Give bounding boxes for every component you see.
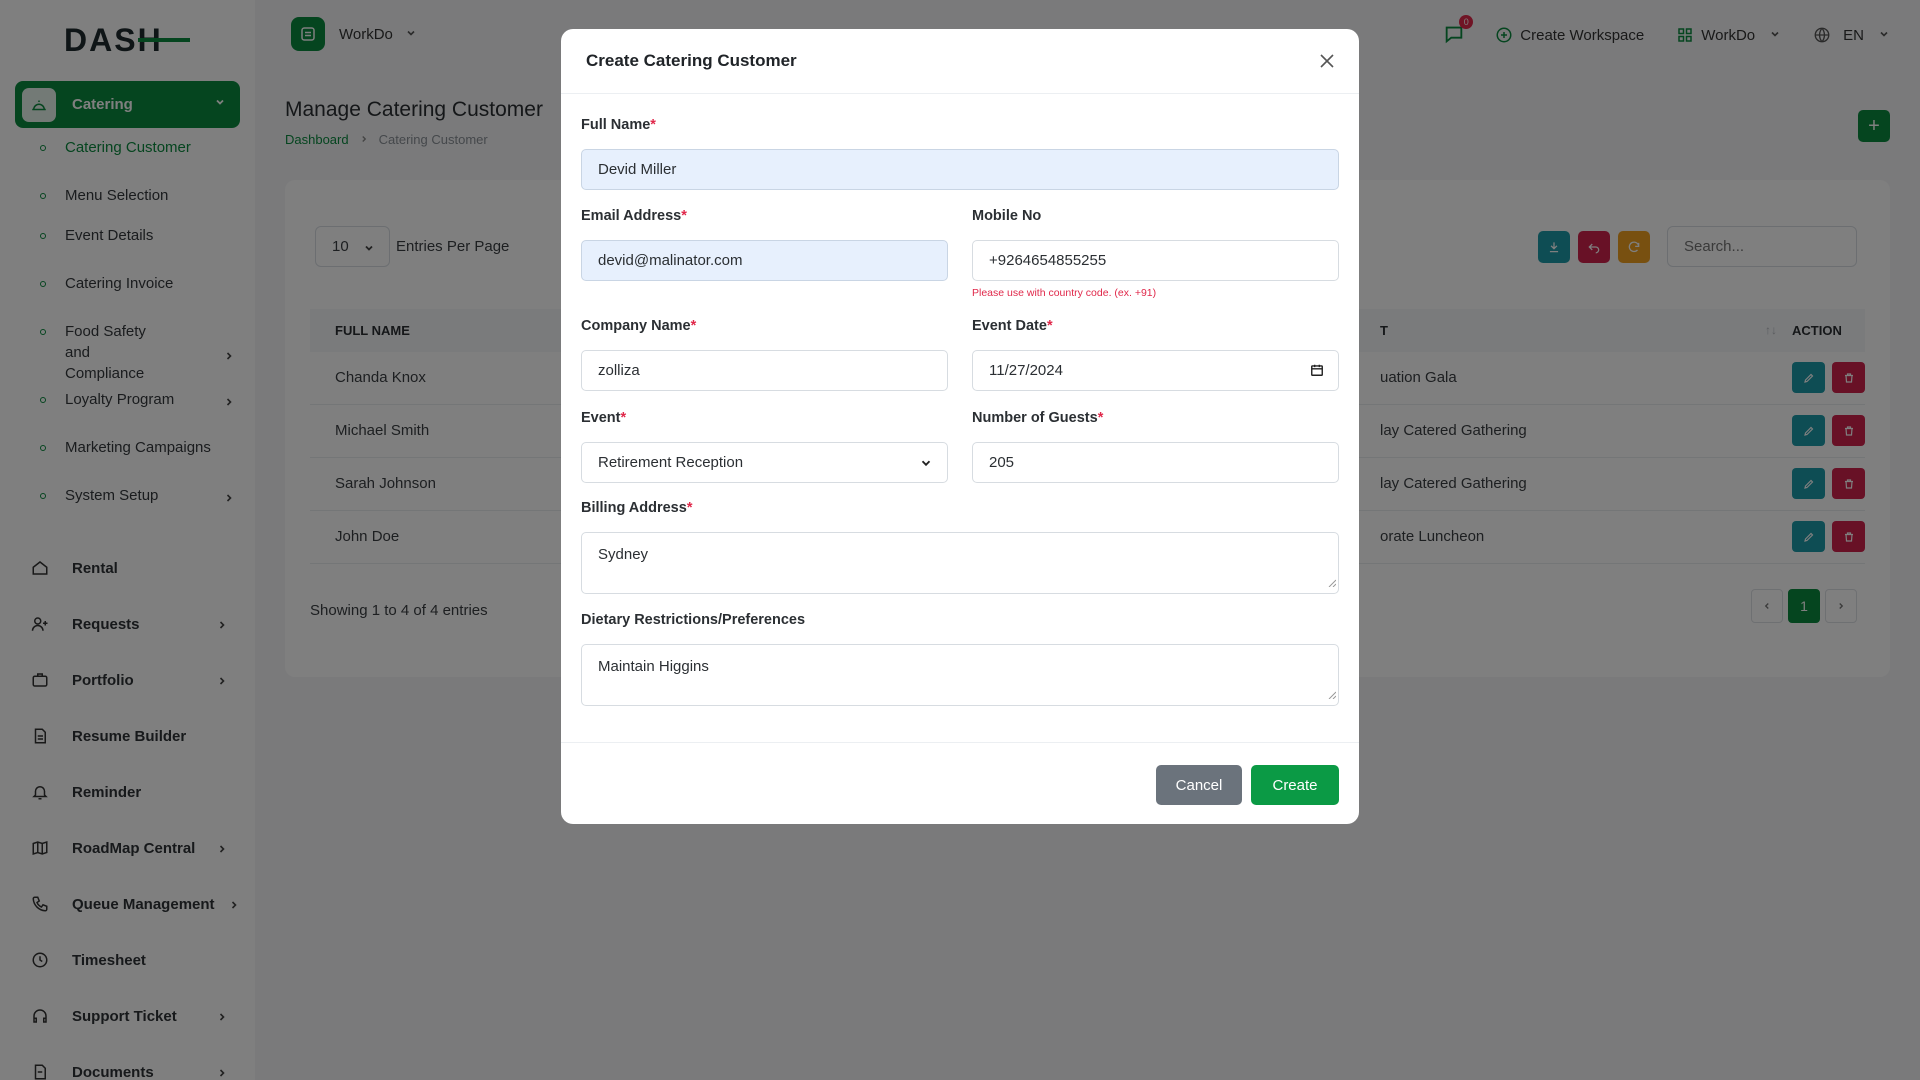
mobile-help-text: Please use with country code. (ex. +91): [972, 287, 1157, 299]
billing-group: Billing Address* Sydney: [581, 500, 1339, 594]
email-label: Email Address*: [581, 208, 687, 224]
event-date-input[interactable]: 11/27/2024: [972, 350, 1339, 391]
company-value: zolliza: [598, 362, 640, 379]
full-name-group: Full Name* Devid Miller: [581, 117, 1339, 190]
guests-group: Number of Guests* 205: [972, 410, 1339, 483]
full-name-value: Devid Miller: [598, 161, 677, 178]
guests-label: Number of Guests*: [972, 410, 1104, 426]
event-label: Event*: [581, 410, 627, 426]
event-group: Event* Retirement Reception: [581, 410, 948, 483]
mobile-value: +9264654855255: [989, 252, 1107, 269]
billing-label: Billing Address*: [581, 500, 693, 516]
resize-handle-icon[interactable]: [1328, 686, 1337, 703]
email-input[interactable]: devid@malinator.com: [581, 240, 948, 281]
billing-value: Sydney: [598, 546, 649, 563]
event-select[interactable]: Retirement Reception: [581, 442, 948, 483]
company-group: Company Name* zolliza: [581, 318, 948, 391]
email-value: devid@malinator.com: [598, 252, 743, 269]
dietary-textarea[interactable]: Maintain Higgins: [581, 644, 1339, 706]
close-button[interactable]: [1315, 49, 1339, 73]
mobile-input[interactable]: +9264654855255: [972, 240, 1339, 281]
dietary-group: Dietary Restrictions/Preferences Maintai…: [581, 612, 1339, 706]
modal-header: Create Catering Customer: [561, 29, 1359, 94]
create-customer-modal: Create Catering Customer Full Name* Devi…: [561, 29, 1359, 824]
modal-footer: Cancel Create: [561, 742, 1359, 824]
event-value: Retirement Reception: [598, 454, 744, 471]
company-label: Company Name*: [581, 318, 697, 334]
chevron-down-icon: [919, 456, 933, 474]
close-icon: [1320, 54, 1334, 68]
billing-textarea[interactable]: Sydney: [581, 532, 1339, 594]
guests-value: 205: [989, 454, 1015, 471]
cancel-button[interactable]: Cancel: [1156, 765, 1242, 805]
calendar-icon[interactable]: [1310, 363, 1324, 381]
full-name-label: Full Name*: [581, 117, 656, 133]
event-date-value: 11/27/2024: [989, 362, 1063, 379]
mobile-label: Mobile No: [972, 208, 1042, 224]
company-input[interactable]: zolliza: [581, 350, 948, 391]
event-date-label: Event Date*: [972, 318, 1053, 334]
event-date-group: Event Date* 11/27/2024: [972, 318, 1339, 391]
modal-title: Create Catering Customer: [586, 51, 797, 70]
dietary-label: Dietary Restrictions/Preferences: [581, 612, 806, 628]
full-name-input[interactable]: Devid Miller: [581, 149, 1339, 190]
dietary-value: Maintain Higgins: [598, 658, 709, 675]
guests-input[interactable]: 205: [972, 442, 1339, 483]
mobile-group: Mobile No +9264654855255 Please use with…: [972, 208, 1339, 299]
create-button[interactable]: Create: [1251, 765, 1339, 805]
email-group: Email Address* devid@malinator.com: [581, 208, 948, 281]
resize-handle-icon[interactable]: [1328, 574, 1337, 591]
